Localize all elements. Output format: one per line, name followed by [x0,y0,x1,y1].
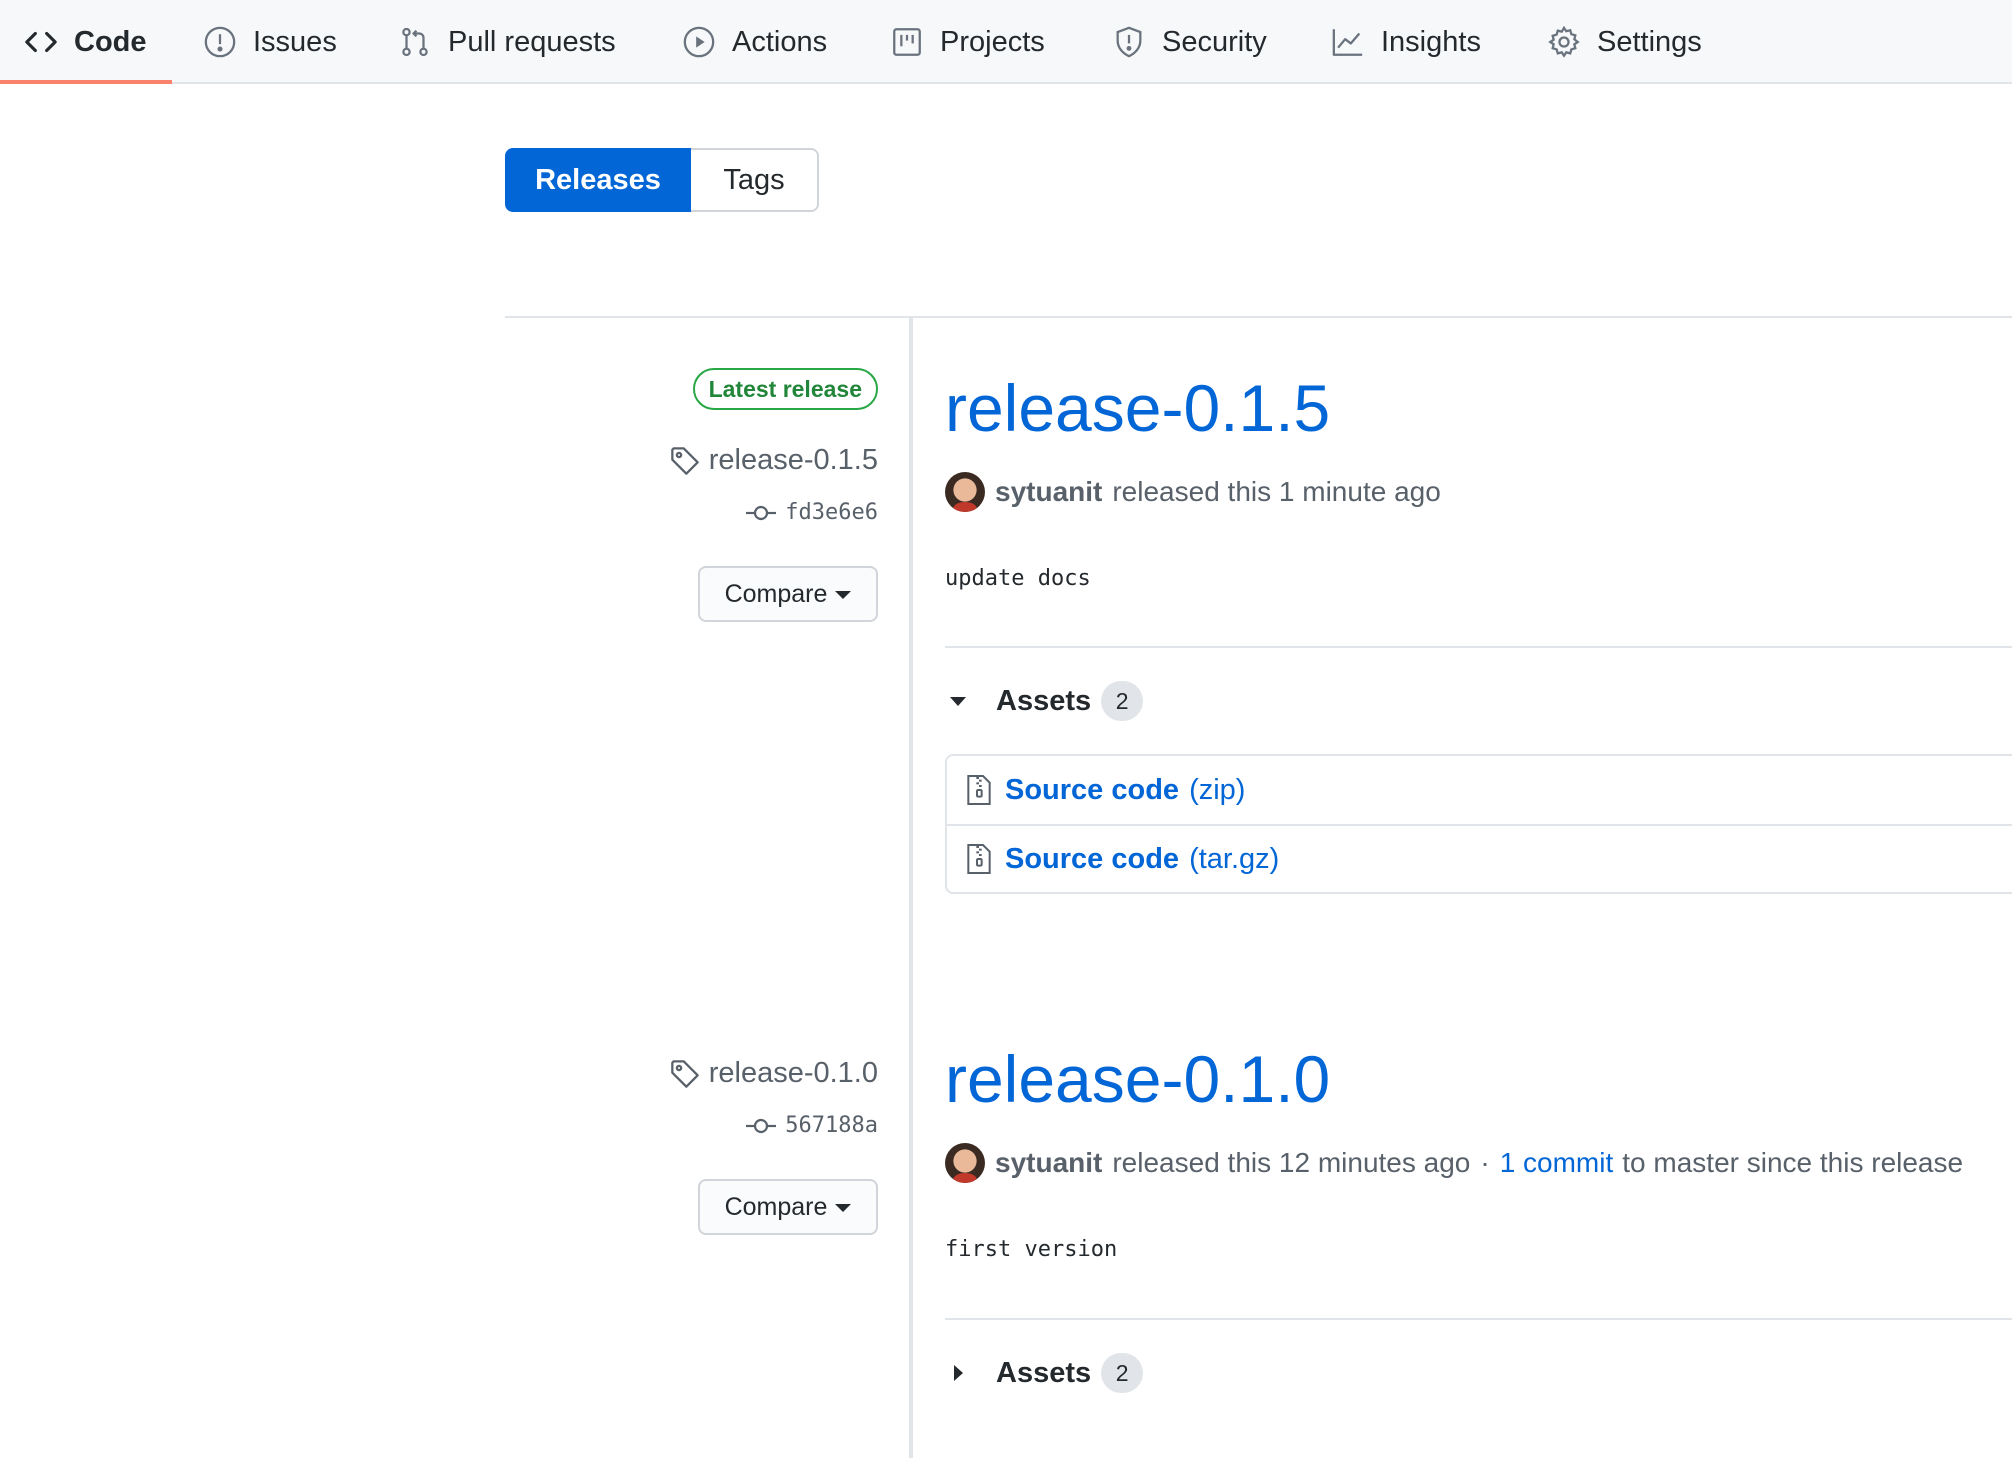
release-title[interactable]: release-0.1.0 [945,1041,1330,1117]
commit-icon [746,505,777,520]
tab-actions-label: Actions [732,25,828,58]
release-author[interactable]: sytuanit [995,476,1102,508]
gear-icon [1548,25,1580,58]
assets-count: 2 [1101,1353,1144,1393]
release-tag[interactable]: release-0.1.5 [669,444,878,477]
release-tag-label: release-0.1.5 [708,444,878,476]
compare-button-label: Compare [724,1192,828,1221]
asset-name: Source code [1005,773,1180,806]
tag-icon [670,446,699,475]
assets-list: Source code (zip) Source code (tar.gz) [945,754,2012,894]
assets-toggle[interactable]: Assets 2 [950,1353,1144,1393]
tab-actions[interactable]: Actions [682,0,827,84]
tab-code-label: Code [74,25,147,58]
timeline-vertical-divider [909,316,913,1458]
tab-code[interactable]: Code [24,0,147,84]
release-commit[interactable]: fd3e6e6 [745,500,878,525]
releases-tags-switch: Releases Tags [505,148,819,212]
commit-icon [746,1118,777,1133]
meta-separator: · [1480,1147,1490,1178]
release-commit-sha: 567188a [785,1113,878,1138]
triangle-right-icon [954,1365,963,1381]
release-time-text: released this 1 minute ago [1112,476,1441,507]
code-icon [25,31,57,53]
commits-since-link[interactable]: 1 commit [1500,1147,1614,1179]
tab-insights[interactable]: Insights [1331,0,1481,84]
tab-issues[interactable]: Issues [203,0,337,84]
active-tab-underline [0,80,172,84]
release-author[interactable]: sytuanit [995,1147,1102,1179]
compare-button[interactable]: Compare [698,566,878,622]
release-tag[interactable]: release-0.1.0 [669,1057,878,1090]
issue-icon [204,26,236,58]
release-commit-sha: fd3e6e6 [785,500,878,525]
release-title[interactable]: release-0.1.5 [945,370,1330,446]
tag-icon [670,1059,699,1088]
release-divider [945,646,2012,648]
release-notes: update docs [945,566,1091,591]
tab-pull-requests-label: Pull requests [448,25,616,58]
caret-down-icon [835,591,852,599]
tab-issues-label: Issues [253,25,337,58]
release-meta: sytuanit released this 1 minute ago [945,472,1441,512]
tab-security-label: Security [1162,25,1267,58]
release-time-text: released this 12 minutes ago [1112,1147,1471,1178]
assets-label: Assets [996,1356,1092,1389]
project-icon [893,28,921,56]
asset-extension: (tar.gz) [1189,842,1280,875]
asset-name: Source code [1005,842,1180,875]
avatar[interactable] [945,472,985,512]
tab-pull-requests[interactable]: Pull requests [398,0,616,84]
play-icon [683,26,715,58]
tags-button[interactable]: Tags [691,148,819,212]
pull-request-icon [402,27,428,57]
release-tag-label: release-0.1.0 [708,1057,878,1089]
asset-item[interactable]: Source code (tar.gz) [947,824,2012,892]
asset-item[interactable]: Source code (zip) [947,756,2012,824]
latest-release-badge: Latest release [692,368,878,410]
compare-button-label: Compare [724,579,828,608]
tab-settings-label: Settings [1597,25,1702,58]
tab-settings[interactable]: Settings [1547,0,1702,84]
assets-toggle[interactable]: Assets 2 [950,681,1144,721]
releases-button[interactable]: Releases [505,148,691,212]
caret-down-icon [835,1204,852,1212]
graph-icon [1332,29,1363,56]
release-notes: first version [945,1237,1118,1262]
tab-security[interactable]: Security [1112,0,1267,84]
tab-projects[interactable]: Projects [890,0,1045,84]
commits-since-text: to master since this release [1622,1147,1964,1178]
file-zip-icon [967,844,991,874]
avatar[interactable] [945,1143,985,1183]
triangle-down-icon [950,696,966,706]
file-zip-icon [967,775,991,805]
release-meta: sytuanit released this 12 minutes ago · … [945,1143,1963,1183]
release-divider [945,1318,2012,1320]
asset-extension: (zip) [1189,773,1246,806]
tab-insights-label: Insights [1381,25,1481,58]
compare-button[interactable]: Compare [698,1179,878,1235]
timeline-top-divider [505,316,2012,318]
assets-label: Assets [996,684,1092,717]
release-commit[interactable]: 567188a [745,1113,878,1138]
tab-projects-label: Projects [940,25,1045,58]
assets-count: 2 [1101,681,1144,721]
shield-icon [1116,26,1142,58]
repo-nav: Code Issues Pull requests Actions Projec… [0,0,2012,84]
